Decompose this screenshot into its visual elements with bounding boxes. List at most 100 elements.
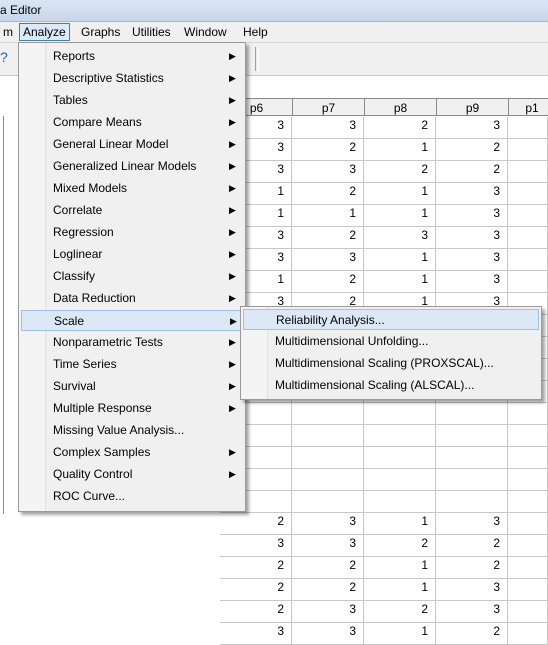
menu-item-compare-means[interactable]: Compare Means ▶: [21, 112, 243, 133]
table-cell[interactable]: 3: [220, 535, 292, 557]
table-cell[interactable]: [292, 491, 364, 513]
menu-item-classify[interactable]: Classify ▶: [21, 266, 243, 287]
column-header-p9[interactable]: p9: [436, 98, 509, 116]
table-cell[interactable]: 1: [292, 205, 364, 227]
table-cell[interactable]: [364, 425, 436, 447]
menu-item-nonparametric-tests[interactable]: Nonparametric Tests ▶: [21, 332, 243, 353]
table-cell[interactable]: 1: [364, 579, 436, 601]
menu-item-time-series[interactable]: Time Series ▶: [21, 354, 243, 375]
menu-item-reports[interactable]: Reports ▶: [21, 46, 243, 67]
table-cell[interactable]: 2: [364, 117, 436, 139]
table-cell[interactable]: 3: [436, 601, 508, 623]
column-header-p1[interactable]: p1: [508, 98, 548, 116]
table-cell[interactable]: 3: [436, 227, 508, 249]
table-cell[interactable]: [508, 425, 548, 447]
table-cell[interactable]: 2: [436, 139, 508, 161]
table-cell[interactable]: 2: [436, 623, 508, 645]
submenu-item-multidimensional-scaling-alscal[interactable]: Multidimensional Scaling (ALSCAL)...: [243, 375, 539, 396]
table-cell[interactable]: [436, 491, 508, 513]
table-cell[interactable]: 2: [292, 183, 364, 205]
table-cell[interactable]: 3: [436, 513, 508, 535]
table-cell[interactable]: 1: [364, 623, 436, 645]
menu-item-regression[interactable]: Regression ▶: [21, 222, 243, 243]
table-cell[interactable]: 2: [220, 579, 292, 601]
table-cell[interactable]: [508, 623, 548, 645]
table-cell[interactable]: 2: [364, 161, 436, 183]
table-cell[interactable]: [292, 447, 364, 469]
table-cell[interactable]: [292, 425, 364, 447]
table-cell[interactable]: [508, 161, 548, 183]
table-cell[interactable]: 3: [292, 535, 364, 557]
table-cell[interactable]: 3: [436, 183, 508, 205]
table-cell[interactable]: [436, 403, 508, 425]
menu-item-data-reduction[interactable]: Data Reduction ▶: [21, 288, 243, 309]
table-cell[interactable]: 1: [364, 513, 436, 535]
table-cell[interactable]: [508, 491, 548, 513]
table-cell[interactable]: 3: [436, 271, 508, 293]
table-cell[interactable]: [508, 535, 548, 557]
table-cell[interactable]: 1: [364, 139, 436, 161]
table-cell[interactable]: 2: [292, 139, 364, 161]
table-cell[interactable]: [508, 447, 548, 469]
column-header-p8[interactable]: p8: [364, 98, 437, 116]
table-cell[interactable]: 1: [364, 557, 436, 579]
menu-item-loglinear[interactable]: Loglinear ▶: [21, 244, 243, 265]
menu-window[interactable]: Window: [181, 24, 230, 40]
submenu-item-multidimensional-scaling-proxscal[interactable]: Multidimensional Scaling (PROXSCAL)...: [243, 353, 539, 374]
menu-item-multiple-response[interactable]: Multiple Response ▶: [21, 398, 243, 419]
table-cell[interactable]: 3: [292, 249, 364, 271]
table-cell[interactable]: [436, 425, 508, 447]
table-cell[interactable]: 3: [436, 205, 508, 227]
table-cell[interactable]: 3: [436, 117, 508, 139]
menu-item-roc-curve[interactable]: ROC Curve...: [21, 486, 243, 507]
table-cell[interactable]: 2: [220, 557, 292, 579]
menu-item-scale[interactable]: Scale ▶: [21, 310, 243, 331]
table-cell[interactable]: 2: [364, 535, 436, 557]
table-cell[interactable]: 1: [364, 183, 436, 205]
table-cell[interactable]: 3: [220, 623, 292, 645]
table-cell[interactable]: [364, 403, 436, 425]
menu-item-quality-control[interactable]: Quality Control ▶: [21, 464, 243, 485]
table-cell[interactable]: [508, 139, 548, 161]
table-cell[interactable]: 3: [436, 579, 508, 601]
table-cell[interactable]: [508, 227, 548, 249]
menu-item-survival[interactable]: Survival ▶: [21, 376, 243, 397]
table-cell[interactable]: [508, 403, 548, 425]
table-cell[interactable]: [508, 205, 548, 227]
table-cell[interactable]: 2: [364, 601, 436, 623]
table-cell[interactable]: 1: [364, 205, 436, 227]
table-cell[interactable]: [508, 183, 548, 205]
table-cell[interactable]: 2: [436, 535, 508, 557]
menu-item-correlate[interactable]: Correlate ▶: [21, 200, 243, 221]
submenu-item-multidimensional-unfolding[interactable]: Multidimensional Unfolding...: [243, 331, 539, 352]
table-cell[interactable]: [364, 469, 436, 491]
table-cell[interactable]: [508, 469, 548, 491]
table-cell[interactable]: 3: [292, 513, 364, 535]
table-cell[interactable]: 1: [364, 249, 436, 271]
table-cell[interactable]: 2: [292, 227, 364, 249]
table-cell[interactable]: [508, 557, 548, 579]
table-cell[interactable]: 2: [436, 161, 508, 183]
table-cell[interactable]: [508, 271, 548, 293]
menu-item-complex-samples[interactable]: Complex Samples ▶: [21, 442, 243, 463]
table-cell[interactable]: 3: [364, 227, 436, 249]
table-cell[interactable]: 2: [220, 601, 292, 623]
menu-analyze[interactable]: Analyze: [19, 23, 70, 41]
table-cell[interactable]: [508, 117, 548, 139]
table-cell[interactable]: [364, 491, 436, 513]
column-header-p7[interactable]: p7: [292, 98, 365, 116]
table-cell[interactable]: [292, 469, 364, 491]
table-cell[interactable]: 3: [292, 117, 364, 139]
menu-graphs[interactable]: Graphs: [78, 24, 123, 40]
table-cell[interactable]: 1: [364, 271, 436, 293]
menu-item-tables[interactable]: Tables ▶: [21, 90, 243, 111]
menu-item-missing-value-analysis[interactable]: Missing Value Analysis...: [21, 420, 243, 441]
submenu-item-reliability-analysis[interactable]: Reliability Analysis...: [243, 309, 539, 330]
menu-help[interactable]: Help: [240, 24, 271, 40]
table-cell[interactable]: [508, 579, 548, 601]
table-cell[interactable]: 3: [292, 601, 364, 623]
menu-item-generalized-linear-models[interactable]: Generalized Linear Models ▶: [21, 156, 243, 177]
table-cell[interactable]: 2: [292, 271, 364, 293]
table-cell[interactable]: [508, 513, 548, 535]
table-cell[interactable]: [364, 447, 436, 469]
